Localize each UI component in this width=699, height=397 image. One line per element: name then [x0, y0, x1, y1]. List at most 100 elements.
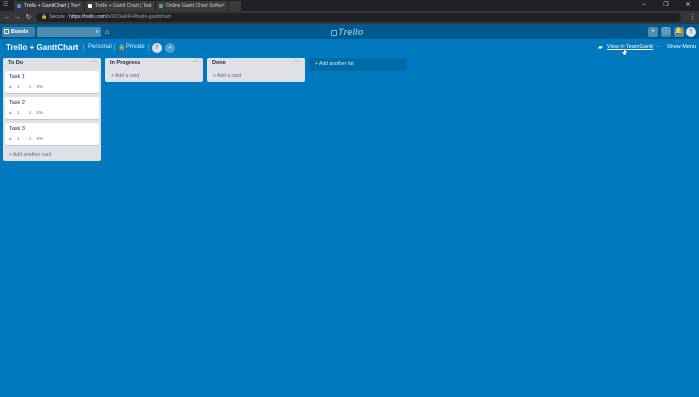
boards-label: Boards — [11, 29, 29, 35]
card[interactable]: Task 3 ⌀ 1 ≡ 0% — [5, 123, 99, 145]
browser-tab-1[interactable]: Trello + GanttChart | Tre × — [14, 1, 84, 11]
browser-tab-bar: ☰ Trello + GanttChart | Tre × Trello + G… — [0, 0, 699, 11]
trello-logo-text: Trello — [338, 27, 364, 37]
list-menu-icon[interactable]: ··· — [192, 58, 199, 65]
notification-bell-icon[interactable]: 🔔 — [674, 27, 684, 37]
boards-icon — [4, 29, 9, 34]
search-icon: ⌕ — [95, 29, 99, 35]
list-title[interactable]: To Do — [8, 60, 23, 66]
progress-value: 0% — [36, 84, 44, 89]
list-header: Done ··· — [207, 58, 305, 70]
star-icon[interactable]: ☆ — [73, 43, 79, 51]
list-to-do: To Do ··· Task 1 ⌀ 1 ≡ 0% Task 2 ⌀ 1 ≡ 0… — [3, 58, 101, 161]
add-list-button[interactable]: + Add another list — [309, 58, 407, 71]
list-done: Done ··· + Add a card — [207, 58, 305, 82]
add-card-label: + Add another card — [9, 152, 52, 158]
tab-title: Trello + GanttChart | Tre — [24, 3, 78, 9]
add-card-label: + Add a card — [213, 73, 242, 79]
card[interactable]: Task 2 ⌀ 1 ≡ 0% — [5, 97, 99, 119]
teamgantt-favicon-icon — [159, 4, 163, 8]
teamgantt-icon: ▰ — [598, 45, 603, 51]
info-icon[interactable]: ⓘ — [661, 27, 671, 37]
url-input[interactable]: 🔒 Secure | https://trello.com/b/XD3aRtF4/… — [36, 13, 681, 22]
team-button[interactable]: Personal — [88, 44, 112, 50]
attachment-badge: ⌀ 1 — [9, 136, 24, 141]
list-header: In Progress ··· — [105, 58, 203, 70]
list-menu-icon[interactable]: ··· — [294, 58, 301, 65]
back-icon[interactable]: ← — [3, 13, 12, 22]
attachment-badge: ⌀ 1 — [9, 84, 24, 89]
paperclip-icon: ⌀ — [9, 84, 12, 89]
add-list-label: + Add another list — [315, 61, 354, 67]
trello-logo[interactable]: Trello — [331, 27, 364, 37]
view-in-teamgantt-link[interactable]: View in TeamGantt — [607, 44, 653, 50]
invite-member-icon[interactable]: + — [165, 43, 175, 53]
maximize-icon[interactable]: ❐ — [655, 0, 677, 11]
progress-badge: ≡ 0% — [29, 136, 47, 141]
list-in-progress: In Progress ··· + Add a card — [105, 58, 203, 82]
paperclip-icon: ⌀ — [9, 136, 12, 141]
teamgantt-favicon-icon — [88, 4, 92, 8]
add-card-label: + Add a card — [111, 73, 140, 79]
progress-badge: ≡ 0% — [29, 110, 47, 115]
reload-icon[interactable]: ↻ — [24, 13, 33, 22]
divider — [114, 44, 115, 51]
add-card-button[interactable]: + Add a card — [105, 70, 203, 82]
show-menu-button[interactable]: Show Menu — [667, 44, 696, 50]
card-title: Task 1 — [9, 74, 25, 80]
card-title: Task 2 — [9, 100, 25, 106]
paperclip-icon: ⌀ — [9, 110, 12, 115]
trello-logo-icon — [331, 30, 337, 36]
visibility-button[interactable]: Private — [126, 44, 145, 50]
mouse-cursor-icon — [622, 47, 627, 55]
url-host: https://trello.com — [69, 14, 106, 20]
add-card-button[interactable]: + Add a card — [207, 70, 305, 82]
card[interactable]: Task 1 ⌀ 1 ≡ 0% — [5, 71, 99, 93]
browser-tab-3[interactable]: Online Gantt Chart Softw × — [156, 1, 228, 11]
card-badges: ⌀ 1 ≡ 0% — [9, 136, 51, 142]
browser-menu-icon[interactable]: ☰ — [3, 2, 9, 8]
tab-title: Trello + Gantt Chart | Tea — [95, 3, 151, 9]
lock-icon: 🔒 — [41, 14, 48, 20]
browser-kebab-menu-icon[interactable]: ⋮ — [689, 13, 696, 22]
close-tab-icon[interactable]: × — [221, 1, 225, 11]
attachment-count: 1 — [16, 136, 20, 141]
forward-icon[interactable]: → — [13, 13, 22, 22]
gantt-icon: ≡ — [28, 110, 32, 115]
home-icon[interactable]: ⌂ — [105, 29, 109, 36]
search-input[interactable]: ⌕ — [37, 27, 101, 37]
close-tab-icon[interactable]: × — [148, 1, 152, 11]
boards-button[interactable]: Boards — [2, 27, 35, 37]
list-title[interactable]: Done — [212, 60, 226, 66]
secure-label: Secure — [49, 14, 66, 20]
card-title: Task 3 — [9, 126, 25, 132]
attachment-count: 1 — [16, 110, 20, 115]
gantt-icon: ≡ — [28, 84, 32, 89]
trello-favicon-icon — [17, 4, 21, 8]
create-icon[interactable]: + — [648, 27, 658, 37]
add-card-button[interactable]: + Add another card — [3, 149, 101, 161]
progress-value: 0% — [36, 110, 44, 115]
progress-badge: ≡ 0% — [29, 84, 47, 89]
list-title[interactable]: In Progress — [110, 60, 140, 66]
lock-icon: 🔒 — [118, 45, 126, 51]
user-avatar[interactable]: T — [686, 27, 696, 37]
browser-address-bar: ← → ↻ 🔒 Secure | https://trello.com/b/XD3… — [0, 11, 699, 24]
close-tab-icon[interactable]: × — [77, 1, 81, 11]
attachment-badge: ⌀ 1 — [9, 110, 24, 115]
url-path: /b/XD3aRtF4/trello-ganttchart — [105, 14, 171, 20]
card-badges: ⌀ 1 ≡ 0% — [9, 84, 51, 90]
browser-tab-2[interactable]: Trello + Gantt Chart | Tea × — [85, 1, 155, 11]
card-badges: ⌀ 1 ≡ 0% — [9, 110, 51, 116]
close-window-icon[interactable]: ✕ — [677, 0, 699, 11]
divider — [148, 44, 149, 51]
progress-value: 0% — [36, 136, 44, 141]
list-menu-icon[interactable]: ··· — [90, 58, 97, 65]
board-title[interactable]: Trello + GanttChart — [6, 43, 78, 52]
more-icon[interactable]: ··· — [656, 44, 662, 50]
member-avatar[interactable]: T — [152, 43, 162, 53]
gantt-icon: ≡ — [28, 136, 32, 141]
minimize-icon[interactable]: – — [633, 0, 655, 11]
new-tab-button[interactable] — [229, 1, 241, 11]
attachment-count: 1 — [16, 84, 20, 89]
